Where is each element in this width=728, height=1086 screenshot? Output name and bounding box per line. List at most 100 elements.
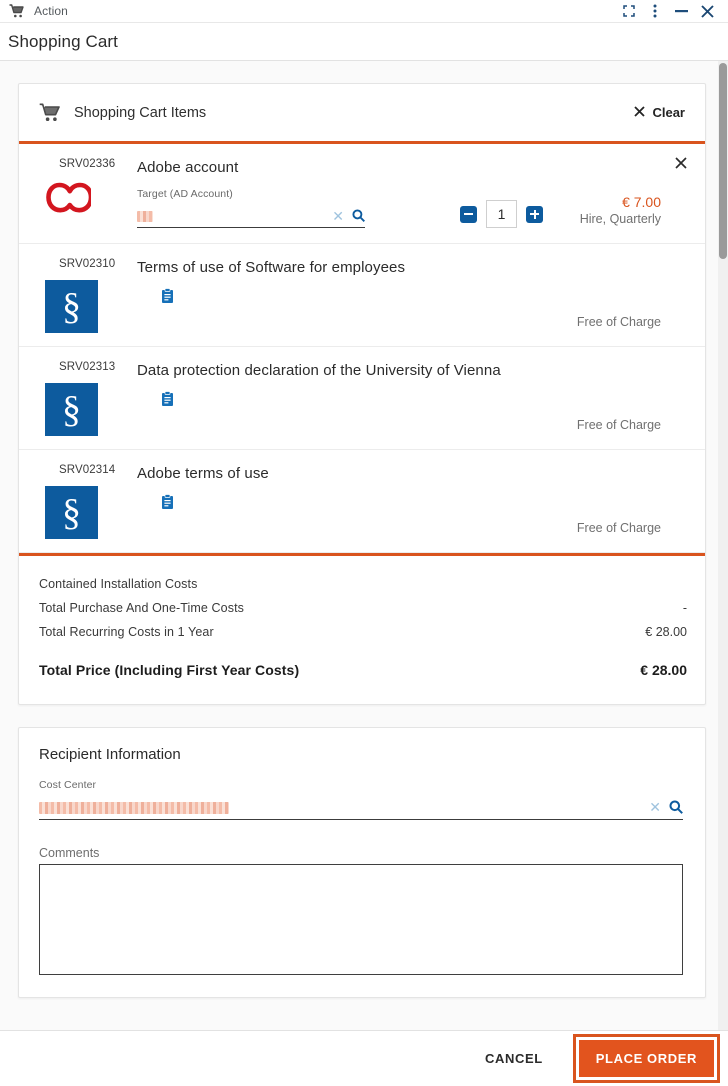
cart-item-main: Adobe terms of use <box>137 463 543 539</box>
totals-row: Contained Installation Costs <box>39 572 687 596</box>
scrollbar-thumb[interactable] <box>719 63 727 259</box>
recipient-information-card: Recipient Information Cost Center ✕ Comm… <box>18 727 706 998</box>
section-sign-icon: § <box>45 280 98 333</box>
cancel-button[interactable]: CANCEL <box>467 1039 561 1078</box>
cost-center-label: Cost Center <box>39 779 97 791</box>
redacted-value <box>39 801 229 814</box>
comments-label: Comments <box>39 846 100 860</box>
cart-header-title: Shopping Cart Items <box>74 104 207 121</box>
cart-item-price-col: Free of Charge <box>543 417 661 436</box>
vertical-scrollbar[interactable] <box>718 61 728 1030</box>
scroll-content: Shopping Cart Items Clear SRV02336 Adobe… <box>0 61 728 1016</box>
cart-item-logo: § <box>39 280 137 333</box>
target-ad-account-inputrow[interactable]: ✕ <box>137 204 365 228</box>
cart-item-price-note: Hire, Quarterly <box>579 212 661 226</box>
comments-textarea[interactable] <box>39 864 683 975</box>
increase-quantity-button[interactable] <box>526 205 543 223</box>
cart-item-left: SRV02310 § <box>39 257 137 333</box>
cart-item-code: SRV02314 <box>59 464 116 476</box>
grand-total-label: Total Price (Including First Year Costs) <box>39 662 300 678</box>
close-icon <box>634 105 646 120</box>
scroll-bottom-spacer <box>18 998 706 1016</box>
section-sign-icon: § <box>45 486 98 539</box>
target-ad-account-label: Target (AD Account) <box>137 188 233 200</box>
cart-item-main: Adobe account Target (AD Account) ✕ 1 <box>137 157 543 230</box>
window-titlebar: Action <box>0 0 728 23</box>
cart-item-code: SRV02336 <box>59 158 116 170</box>
cart-item-subrow: Target (AD Account) ✕ 1 <box>137 188 543 228</box>
cart-item-title: Terms of use of Software for employees <box>137 259 406 276</box>
clipboard-icon[interactable] <box>161 494 174 512</box>
cart-header-cart-icon <box>39 103 60 122</box>
redacted-value <box>137 210 153 222</box>
cost-center-inputrow[interactable]: ✕ <box>39 795 683 820</box>
minimize-icon[interactable] <box>668 1 694 21</box>
cart-item-price-col: € 7.00 Hire, Quarterly <box>543 193 661 230</box>
dialog-footer: CANCEL PLACE ORDER <box>0 1030 728 1086</box>
cart-item-remove-placeholder <box>661 463 687 539</box>
clipboard-icon[interactable] <box>161 288 174 306</box>
clear-field-icon[interactable]: ✕ <box>326 209 350 223</box>
cart-item-logo: § <box>39 486 137 539</box>
quantity-input[interactable]: 1 <box>486 200 517 228</box>
totals-label: Total Recurring Costs in 1 Year <box>39 625 214 639</box>
cart-item-row: SRV02336 Adobe account Target (AD Accoun… <box>19 144 705 244</box>
cost-center-input[interactable] <box>39 800 643 814</box>
place-order-button[interactable]: PLACE ORDER <box>578 1040 714 1077</box>
cart-item-code: SRV02313 <box>59 361 116 373</box>
cart-item-code: SRV02310 <box>59 258 116 270</box>
grand-total-row: Total Price (Including First Year Costs)… <box>39 658 687 682</box>
cart-item-main: Terms of use of Software for employees <box>137 257 543 333</box>
expand-icon[interactable] <box>616 1 642 21</box>
cart-item-price-note: Free of Charge <box>576 418 661 432</box>
cart-item-title: Data protection declaration of the Unive… <box>137 362 501 379</box>
totals-value: - <box>682 601 687 615</box>
adobe-creative-cloud-icon <box>39 180 137 227</box>
totals-row: Total Recurring Costs in 1 Year € 28.00 <box>39 620 687 644</box>
cart-item-row: SRV02314 § Adobe terms of use Free of Ch… <box>19 450 705 553</box>
recipient-information-title: Recipient Information <box>39 746 181 763</box>
clear-field-icon[interactable]: ✕ <box>643 800 667 814</box>
recipient-information-body: Recipient Information Cost Center ✕ Comm… <box>19 728 705 997</box>
cart-item-row: SRV02310 § Terms of use of Software for … <box>19 244 705 347</box>
scroll-container: Shopping Cart Items Clear SRV02336 Adobe… <box>0 61 728 1030</box>
more-vertical-icon[interactable] <box>642 1 668 21</box>
close-icon[interactable] <box>694 1 720 21</box>
remove-cart-item-button[interactable] <box>661 157 687 230</box>
cart-card-header: Shopping Cart Items Clear <box>19 84 705 141</box>
cart-item-price-col: Free of Charge <box>543 520 661 539</box>
cart-item-price: € 7.00 <box>622 194 661 210</box>
quantity-stepper: 1 <box>450 200 543 228</box>
clear-cart-label: Clear <box>652 105 685 120</box>
decrease-quantity-button[interactable] <box>460 205 477 223</box>
cart-item-title: Adobe terms of use <box>137 465 269 482</box>
cart-item-remove-placeholder <box>661 257 687 333</box>
window-app-label: Action <box>34 4 68 18</box>
shopping-cart-icon <box>6 3 26 19</box>
page-header: Shopping Cart <box>0 23 728 61</box>
totals-row: Total Purchase And One-Time Costs - <box>39 596 687 620</box>
cart-item-left: SRV02313 § <box>39 360 137 436</box>
section-sign-icon: § <box>45 383 98 436</box>
search-icon[interactable] <box>350 209 365 222</box>
clipboard-icon[interactable] <box>161 391 174 409</box>
cart-item-subrow <box>137 391 543 409</box>
shopping-cart-card: Shopping Cart Items Clear SRV02336 Adobe… <box>18 83 706 705</box>
totals-label: Total Purchase And One-Time Costs <box>39 601 245 615</box>
search-icon[interactable] <box>667 800 683 814</box>
cart-item-price-col: Free of Charge <box>543 314 661 333</box>
cost-center-field: Cost Center ✕ <box>39 779 683 820</box>
cart-item-price-note: Free of Charge <box>576 521 661 535</box>
cart-item-main: Data protection declaration of the Unive… <box>137 360 543 436</box>
cart-item-logo: § <box>39 383 137 436</box>
cart-item-left: SRV02336 <box>39 157 137 230</box>
cart-totals: Contained Installation Costs Total Purch… <box>19 556 705 704</box>
clear-cart-button[interactable]: Clear <box>632 101 687 124</box>
cart-item-subrow <box>137 288 543 306</box>
cart-item-subrow <box>137 494 543 512</box>
cart-item-price-note: Free of Charge <box>576 315 661 329</box>
cart-item-row: SRV02313 § Data protection declaration o… <box>19 347 705 450</box>
page-title: Shopping Cart <box>8 31 118 51</box>
target-ad-account-input[interactable] <box>137 209 326 223</box>
shopping-cart-window: Action Shopping Cart Shopping Cart Items… <box>0 0 728 1086</box>
